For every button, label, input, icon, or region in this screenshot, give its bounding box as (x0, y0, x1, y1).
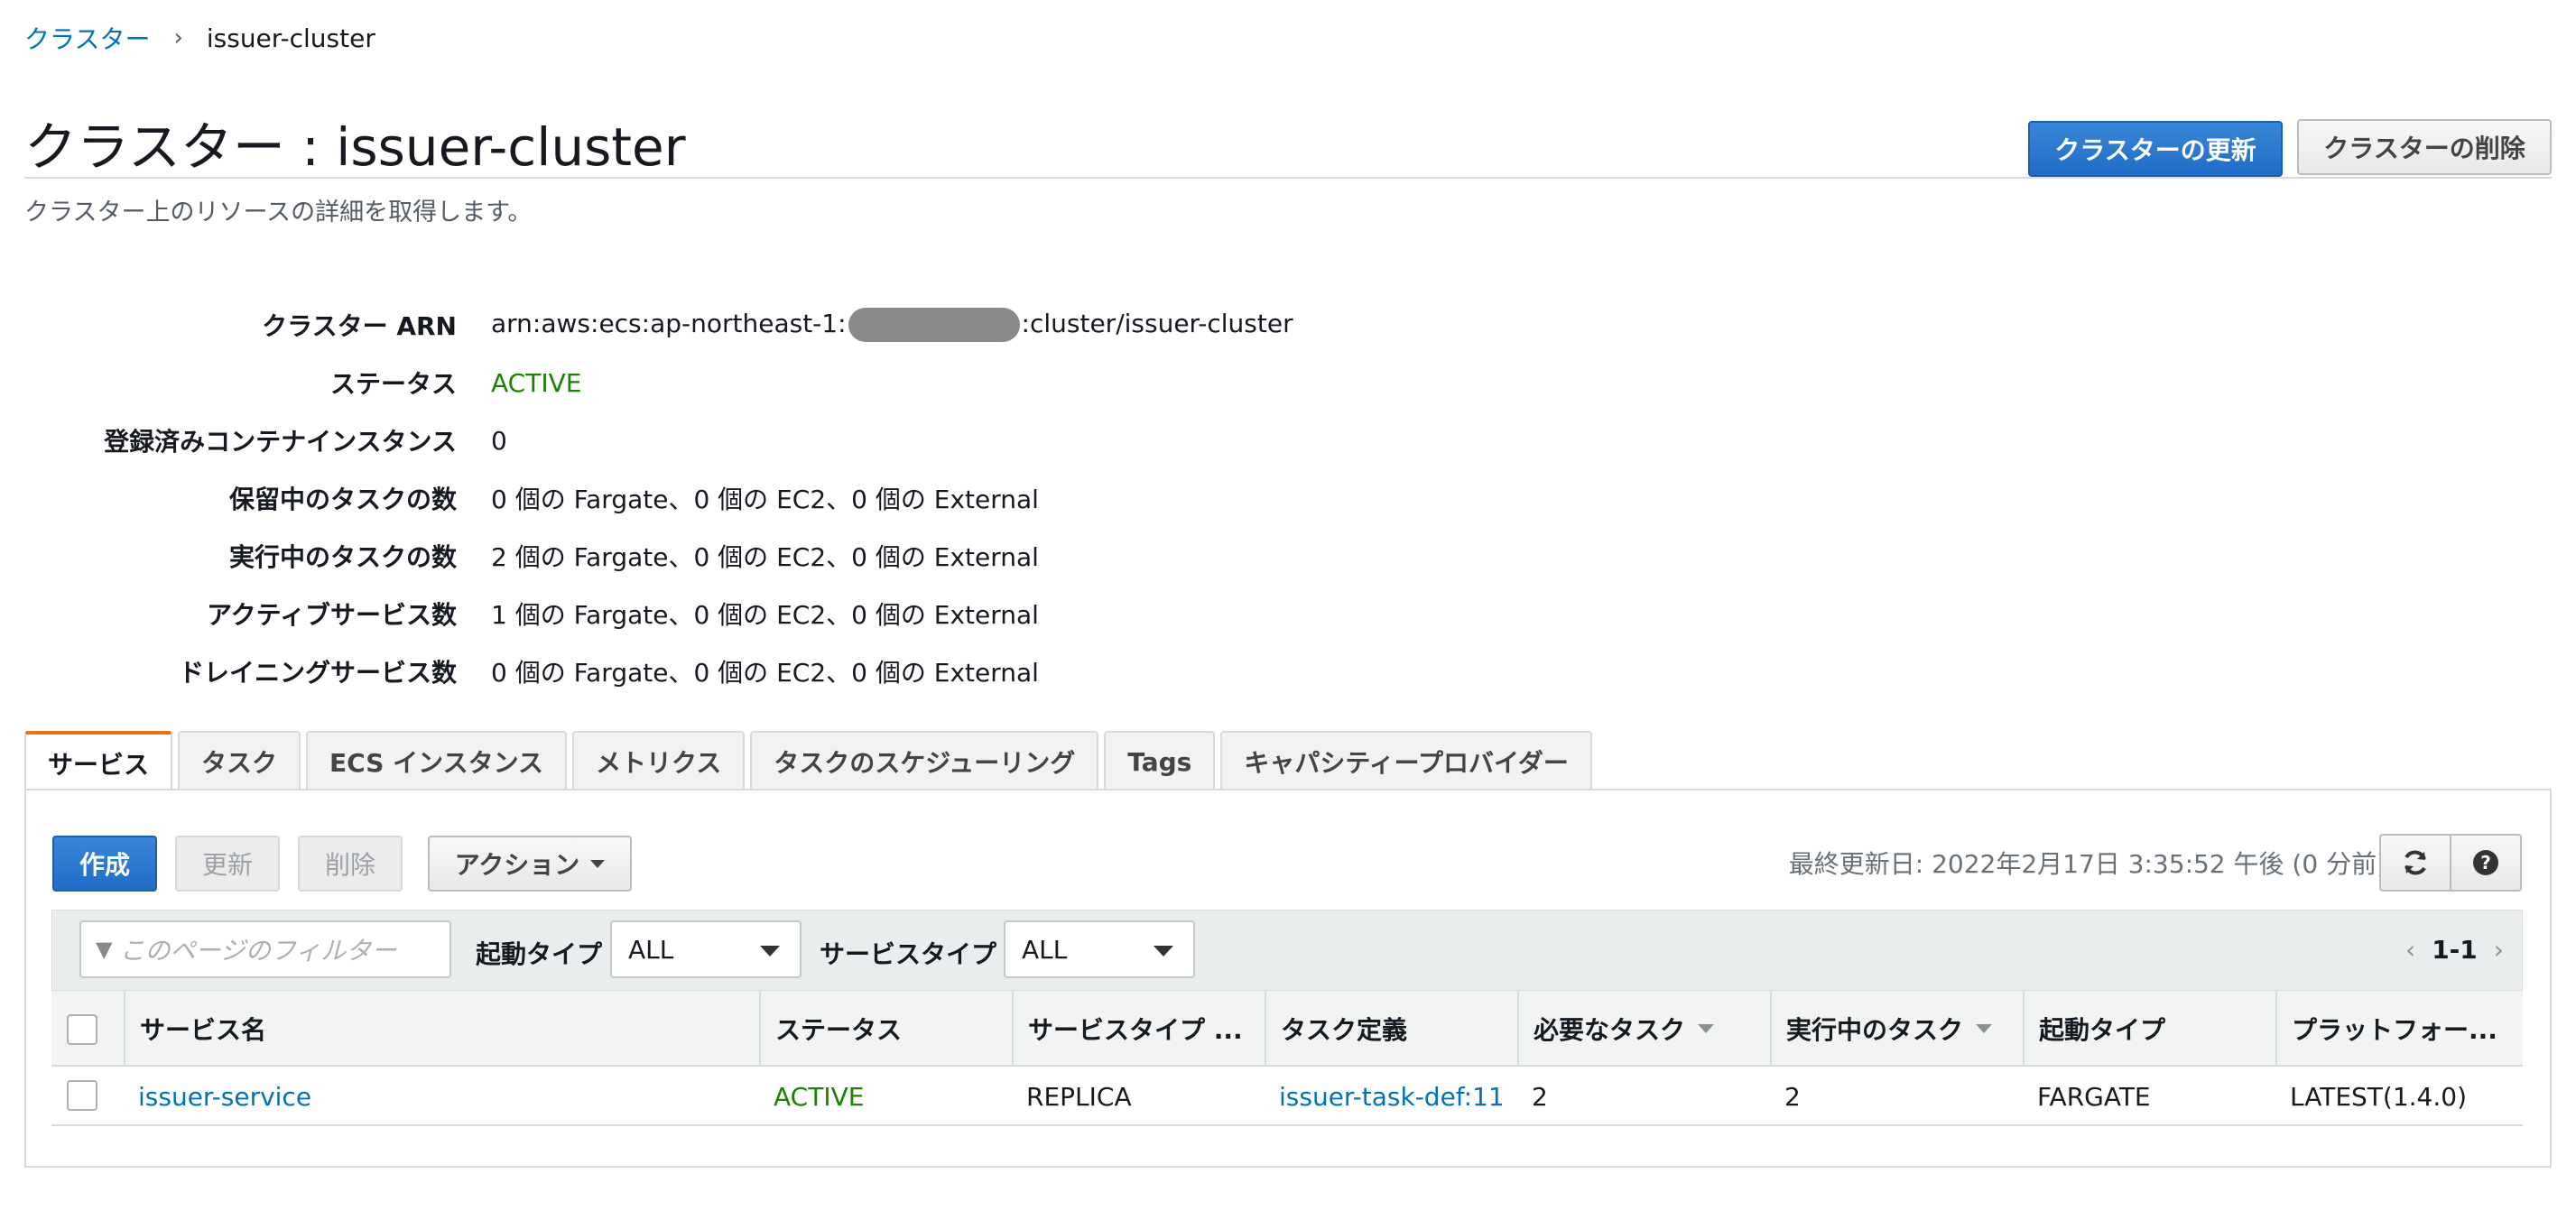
chevron-down-icon (760, 946, 780, 957)
detail-label: ドレイニングサービス数 (178, 658, 457, 688)
tab-tasks[interactable]: タスク (178, 731, 301, 790)
row-checkbox[interactable] (67, 1080, 97, 1111)
detail-label: 実行中のタスクの数 (228, 542, 457, 572)
detail-row-running-tasks: 実行中のタスクの数 2 個の Fargate、0 個の EC2、0 個の Ext… (0, 538, 1625, 574)
detail-value-arn: arn:aws:ecs:ap-northeast-1::cluster/issu… (491, 308, 1293, 342)
column-header-desired-tasks[interactable]: 必要なタスク (1517, 991, 1770, 1067)
column-header-launch-type[interactable]: 起動タイプ (2023, 991, 2275, 1067)
next-page-icon[interactable]: › (2494, 935, 2504, 965)
refresh-button[interactable] (2379, 834, 2451, 892)
column-header-service-name[interactable]: サービス名 (124, 991, 759, 1067)
actions-label: アクション (454, 850, 580, 880)
actions-dropdown[interactable]: アクション (428, 836, 632, 892)
update-cluster-button[interactable]: クラスターの更新 (2028, 121, 2283, 177)
page-range: 1-1 (2432, 935, 2478, 965)
redacted-account-id (848, 308, 1020, 342)
help-button[interactable]: ? (2450, 834, 2522, 892)
update-service-button[interactable]: 更新 (175, 836, 280, 892)
page-title: クラスター : issuer-cluster (24, 116, 686, 178)
delete-service-button[interactable]: 削除 (298, 836, 403, 892)
breadcrumb-clusters-link[interactable]: クラスター (24, 20, 150, 56)
service-type: REPLICA (1026, 1081, 1132, 1112)
tab-services[interactable]: サービス (24, 731, 173, 792)
refresh-icon (2405, 850, 2426, 875)
service-status: ACTIVE (774, 1081, 865, 1112)
column-header-platform-version[interactable]: プラットフォー... (2275, 991, 2523, 1067)
platform-version: LATEST(1.4.0) (2290, 1081, 2467, 1112)
launch-type-value: ALL (628, 934, 674, 965)
tab-tags[interactable]: Tags (1104, 731, 1216, 790)
chevron-down-icon (1154, 946, 1173, 957)
prev-page-icon[interactable]: ‹ (2405, 935, 2415, 965)
tab-ecs-instances[interactable]: ECS インスタンス (306, 731, 568, 790)
column-header-task-definition[interactable]: タスク定義 (1265, 991, 1517, 1067)
caret-down-icon (590, 859, 606, 868)
detail-label: 保留中のタスクの数 (228, 485, 457, 514)
detail-label: 登録済みコンテナインスタンス (104, 427, 457, 457)
detail-value-pending-tasks: 0 個の Fargate、0 個の EC2、0 個の External (491, 485, 1039, 514)
service-type-value: ALL (1022, 934, 1068, 965)
desired-tasks: 2 (1532, 1081, 1548, 1112)
detail-value-instances: 0 (491, 425, 507, 456)
service-type-label: サービスタイプ (820, 939, 997, 969)
tab-scheduled-tasks[interactable]: タスクのスケジューリング (750, 731, 1099, 790)
detail-value-draining-services: 0 個の Fargate、0 個の EC2、0 個の External (491, 658, 1039, 688)
create-service-button[interactable]: 作成 (52, 836, 157, 892)
detail-value-status: ACTIVE (491, 367, 582, 398)
running-tasks: 2 (1784, 1081, 1801, 1112)
detail-row-arn: クラスター ARN arn:aws:ecs:ap-northeast-1::cl… (0, 307, 1625, 343)
svg-text:?: ? (2480, 852, 2491, 873)
detail-row-status: ステータス ACTIVE (0, 365, 1625, 401)
detail-value-active-services: 1 個の Fargate、0 個の EC2、0 個の External (491, 600, 1039, 630)
tab-metrics[interactable]: メトリクス (572, 731, 746, 790)
column-header-running-tasks[interactable]: 実行中のタスク (1770, 991, 2023, 1067)
launch-type-label: 起動タイプ (476, 939, 603, 969)
launch-type: FARGATE (2037, 1081, 2151, 1112)
title-divider (24, 177, 2552, 179)
select-all-checkbox[interactable] (67, 1014, 97, 1045)
pagination: ‹ 1-1 › (2405, 935, 2504, 965)
filter-placeholder: このページのフィルター (119, 936, 397, 966)
filter-input[interactable]: ▼ このページのフィルター (79, 920, 451, 978)
help-icon: ? (2473, 850, 2498, 875)
last-updated: 最終更新日: 2022年2月17日 3:35:52 午後 (0 分前) (1788, 849, 2386, 879)
detail-value-running-tasks: 2 個の Fargate、0 個の EC2、0 個の External (491, 542, 1039, 572)
service-name-link[interactable]: issuer-service (124, 1067, 311, 1126)
column-header-service-type[interactable]: サービスタイプ ... (1012, 991, 1265, 1067)
detail-row-instances: 登録済みコンテナインスタンス 0 (0, 422, 1625, 458)
detail-row-draining-services: ドレイニングサービス数 0 個の Fargate、0 個の EC2、0 個の E… (0, 653, 1625, 689)
service-type-select[interactable]: ALL (1004, 920, 1195, 978)
column-header-status[interactable]: ステータス (759, 991, 1012, 1067)
detail-label: アクティブサービス数 (207, 600, 457, 630)
delete-cluster-button[interactable]: クラスターの削除 (2297, 119, 2552, 175)
tab-capacity-providers[interactable]: キャパシティープロバイダー (1220, 731, 1592, 790)
sort-icon (1698, 1024, 1715, 1033)
tab-bar: サービス タスク ECS インスタンス メトリクス タスクのスケジューリング T… (24, 731, 1598, 792)
detail-row-pending-tasks: 保留中のタスクの数 0 個の Fargate、0 個の EC2、0 個の Ext… (0, 480, 1625, 516)
detail-label: ステータス (329, 369, 457, 399)
launch-type-select[interactable]: ALL (610, 920, 802, 978)
sort-icon (1976, 1024, 1993, 1033)
detail-row-active-services: アクティブサービス数 1 個の Fargate、0 個の EC2、0 個の Ex… (0, 596, 1625, 632)
filter-icon: ▼ (96, 937, 113, 962)
task-definition-link[interactable]: issuer-task-def:11 (1265, 1067, 1505, 1126)
breadcrumb-current: issuer-cluster (206, 23, 375, 53)
detail-label: クラスター ARN (262, 311, 457, 341)
page-description: クラスター上のリソースの詳細を取得します。 (24, 199, 533, 226)
breadcrumb: クラスター › issuer-cluster (24, 20, 375, 56)
breadcrumb-chevron-icon: › (173, 24, 183, 51)
